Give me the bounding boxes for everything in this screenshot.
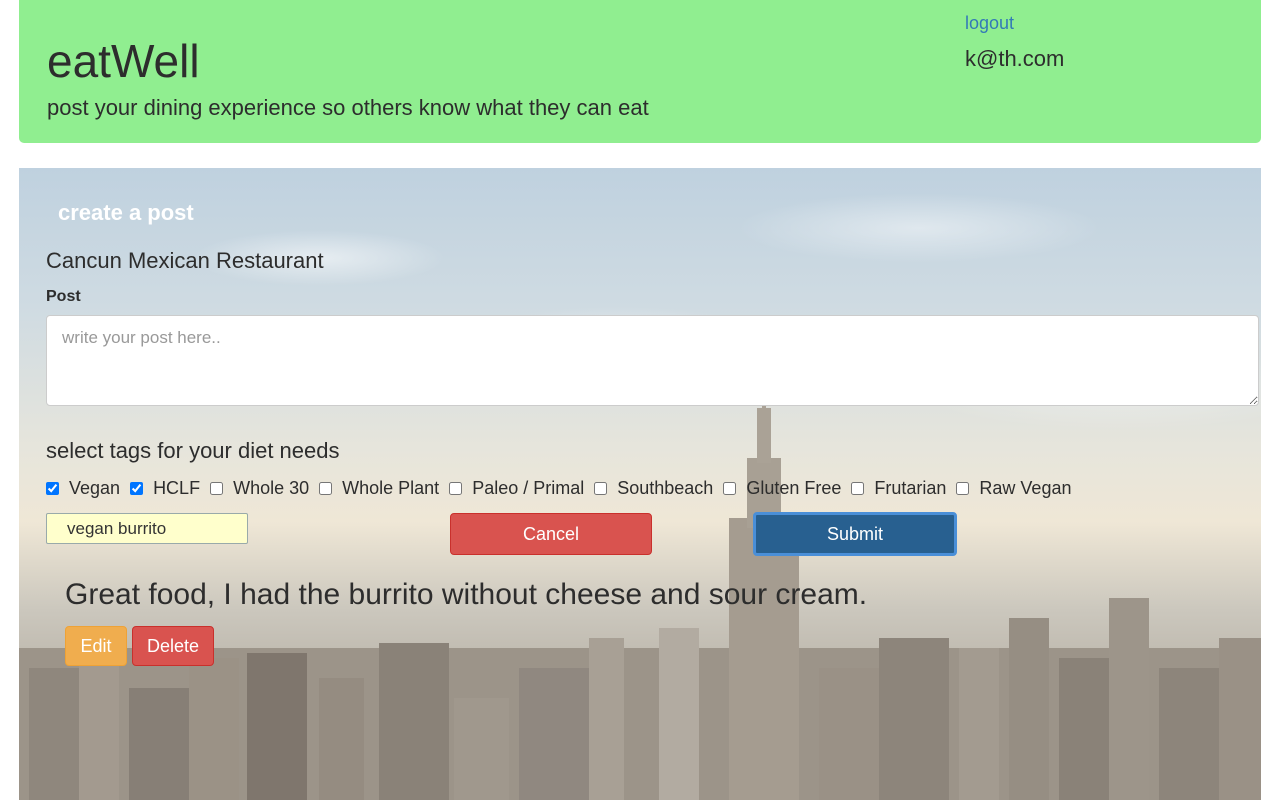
tag-checkbox-hclf[interactable] bbox=[130, 482, 144, 495]
tag-label-whole-plant: Whole Plant bbox=[342, 478, 440, 498]
cancel-button[interactable]: Cancel bbox=[450, 513, 652, 555]
user-email: k@th.com bbox=[965, 46, 1065, 71]
tag-option-whole-30[interactable]: Whole 30 bbox=[210, 478, 314, 499]
tag-checkbox-southbeach[interactable] bbox=[594, 482, 608, 495]
tag-checkbox-vegan[interactable] bbox=[46, 482, 59, 495]
logout-link[interactable]: logout bbox=[965, 13, 1014, 34]
create-post-heading: create a post bbox=[58, 200, 194, 225]
tag-option-whole-plant[interactable]: Whole Plant bbox=[319, 478, 444, 499]
tag-option-vegan[interactable]: Vegan bbox=[46, 478, 125, 499]
tag-label-whole-30: Whole 30 bbox=[233, 478, 310, 498]
tag-label-southbeach: Southbeach bbox=[617, 478, 714, 498]
tag-option-southbeach[interactable]: Southbeach bbox=[594, 478, 718, 499]
tag-label-frutarian: Frutarian bbox=[874, 478, 947, 498]
tag-checkbox-whole-30[interactable] bbox=[210, 482, 224, 495]
tag-option-paleo[interactable]: Paleo / Primal bbox=[449, 478, 589, 499]
restaurant-name: Cancun Mexican Restaurant bbox=[46, 248, 324, 273]
tag-checkbox-whole-plant[interactable] bbox=[319, 482, 333, 495]
tag-text-input[interactable] bbox=[46, 513, 248, 544]
post-content: Great food, I had the burrito without ch… bbox=[65, 578, 868, 611]
tag-option-raw-vegan[interactable]: Raw Vegan bbox=[956, 478, 1076, 499]
post-field-label: Post bbox=[46, 288, 81, 305]
edit-post-button[interactable]: Edit bbox=[65, 626, 127, 666]
brand-title: eatWell bbox=[47, 35, 200, 87]
tag-label-gluten-free: Gluten Free bbox=[746, 478, 842, 498]
diet-tags-list: Vegan HCLF Whole 30 Whole Plant Paleo / … bbox=[46, 478, 1081, 499]
main-panel: create a post Cancun Mexican Restaurant … bbox=[19, 168, 1261, 800]
tag-checkbox-paleo[interactable] bbox=[449, 482, 463, 495]
tag-label-vegan: Vegan bbox=[69, 478, 121, 498]
delete-post-button[interactable]: Delete bbox=[132, 626, 214, 666]
tag-checkbox-frutarian[interactable] bbox=[851, 482, 865, 495]
site-header: eatWell post your dining experience so o… bbox=[19, 0, 1261, 143]
brand-tagline: post your dining experience so others kn… bbox=[47, 95, 649, 120]
tag-checkbox-gluten-free[interactable] bbox=[723, 482, 737, 495]
submit-button[interactable]: Submit bbox=[753, 512, 957, 556]
tag-option-frutarian[interactable]: Frutarian bbox=[851, 478, 951, 499]
tag-label-hclf: HCLF bbox=[153, 478, 201, 498]
post-textarea[interactable] bbox=[46, 315, 1259, 406]
tag-option-gluten-free[interactable]: Gluten Free bbox=[723, 478, 846, 499]
tag-label-paleo: Paleo / Primal bbox=[472, 478, 585, 498]
tags-heading: select tags for your diet needs bbox=[46, 438, 340, 463]
tag-label-raw-vegan: Raw Vegan bbox=[979, 478, 1072, 498]
tag-checkbox-raw-vegan[interactable] bbox=[956, 482, 970, 495]
tag-option-hclf[interactable]: HCLF bbox=[130, 478, 205, 499]
